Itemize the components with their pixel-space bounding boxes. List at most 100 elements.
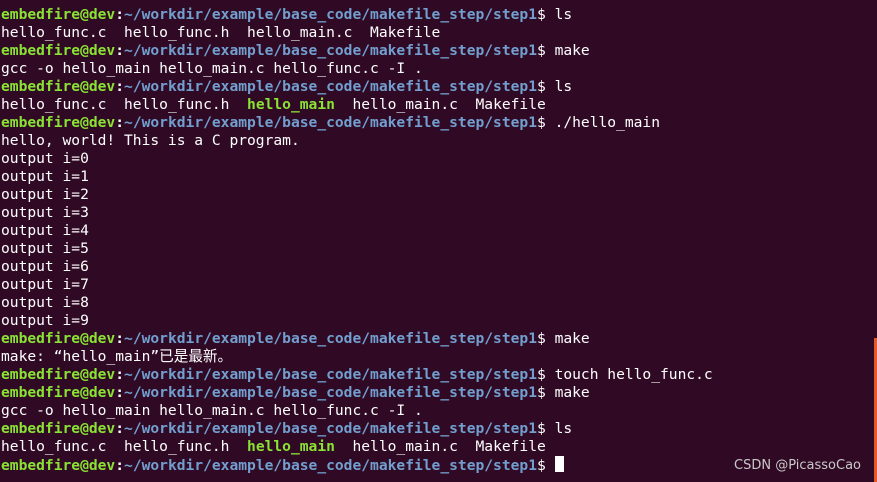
output-line: output i=0	[0, 150, 877, 168]
output-line: hello, world! This is a C program.	[0, 132, 877, 150]
prompt-user: embedfire@dev	[1, 6, 116, 23]
prompt-symbol: $	[536, 384, 555, 401]
prompt-path: ~/workdir/example/base_code/makefile_ste…	[124, 42, 537, 59]
prompt-user: embedfire@dev	[1, 42, 116, 59]
prompt-separator: :	[115, 330, 125, 347]
output-text: output i=5	[1, 240, 89, 257]
prompt-path: ~/workdir/example/base_code/makefile_ste…	[124, 384, 537, 401]
watermark: CSDN @PicassoCao	[734, 458, 861, 473]
command-text: ls	[554, 420, 573, 437]
prompt-user: embedfire@dev	[1, 114, 116, 131]
prompt-separator: :	[115, 6, 125, 23]
output-text: output i=0	[1, 150, 89, 167]
file-gap	[352, 24, 370, 41]
prompt-user: embedfire@dev	[1, 78, 116, 95]
output-text: output i=3	[1, 204, 89, 221]
file-gap	[335, 96, 353, 113]
file-gap	[229, 24, 247, 41]
output-text: output i=9	[1, 312, 89, 329]
prompt-line: embedfire@dev:~/workdir/example/base_cod…	[0, 366, 877, 384]
output-text: gcc -o hello_main hello_main.c hello_fun…	[1, 60, 423, 77]
file-gap	[106, 438, 124, 455]
prompt-path: ~/workdir/example/base_code/makefile_ste…	[124, 420, 537, 437]
command-text: ls	[554, 78, 573, 95]
output-line: make: “hello_main”已是最新。	[0, 348, 877, 366]
file-name: hello_func.h	[124, 438, 230, 455]
output-line: output i=3	[0, 204, 877, 222]
prompt-line: embedfire@dev:~/workdir/example/base_cod…	[0, 330, 877, 348]
prompt-line: embedfire@dev:~/workdir/example/base_cod…	[0, 78, 877, 96]
file-listing: hello_func.c hello_func.h hello_main hel…	[0, 438, 877, 456]
file-name: hello_main.c	[247, 24, 353, 41]
prompt-separator: :	[115, 42, 125, 59]
file-name: hello_func.c	[1, 96, 107, 113]
output-line: output i=5	[0, 240, 877, 258]
prompt-separator: :	[115, 366, 125, 383]
prompt-user: embedfire@dev	[1, 384, 116, 401]
prompt-separator: :	[115, 420, 125, 437]
file-name: hello_main.c	[352, 438, 458, 455]
terminal-window[interactable]: embedfire@dev:~/workdir/example/base_cod…	[0, 6, 877, 482]
file-name: hello_func.h	[124, 24, 230, 41]
prompt-path: ~/workdir/example/base_code/makefile_ste…	[124, 78, 537, 95]
prompt-symbol: $	[536, 457, 555, 474]
output-line: output i=8	[0, 294, 877, 312]
command-text: ls	[554, 6, 573, 23]
prompt-line: embedfire@dev:~/workdir/example/base_cod…	[0, 114, 877, 132]
command-text: make	[554, 384, 590, 401]
prompt-path: ~/workdir/example/base_code/makefile_ste…	[124, 457, 537, 474]
prompt-user: embedfire@dev	[1, 330, 116, 347]
output-text: gcc -o hello_main hello_main.c hello_fun…	[1, 402, 423, 419]
prompt-path: ~/workdir/example/base_code/makefile_ste…	[124, 114, 537, 131]
prompt-symbol: $	[536, 330, 555, 347]
file-name: hello_main.c	[352, 96, 458, 113]
output-text: output i=1	[1, 168, 89, 185]
output-line: output i=2	[0, 186, 877, 204]
file-name: hello_func.c	[1, 438, 107, 455]
prompt-symbol: $	[536, 42, 555, 59]
file-listing: hello_func.c hello_func.h hello_main.c M…	[0, 24, 877, 42]
prompt-symbol: $	[536, 366, 555, 383]
command-text: touch hello_func.c	[554, 366, 713, 383]
prompt-line: embedfire@dev:~/workdir/example/base_cod…	[0, 6, 877, 24]
executable-file-name: hello_main	[247, 96, 335, 113]
prompt-line: embedfire@dev:~/workdir/example/base_cod…	[0, 42, 877, 60]
prompt-separator: :	[115, 114, 125, 131]
file-name: Makefile	[370, 24, 441, 41]
prompt-symbol: $	[536, 6, 555, 23]
prompt-path: ~/workdir/example/base_code/makefile_ste…	[124, 330, 537, 347]
prompt-path: ~/workdir/example/base_code/makefile_ste…	[124, 366, 537, 383]
output-line: gcc -o hello_main hello_main.c hello_fun…	[0, 402, 877, 420]
file-name: hello_func.c	[1, 24, 107, 41]
file-gap	[335, 438, 353, 455]
command-text: make	[554, 330, 590, 347]
output-text: output i=7	[1, 276, 89, 293]
prompt-symbol: $	[536, 420, 555, 437]
output-text: hello, world! This is a C program.	[1, 132, 300, 149]
file-gap	[229, 438, 247, 455]
command-text: make	[554, 42, 590, 59]
output-text: output i=8	[1, 294, 89, 311]
command-text: ./hello_main	[554, 114, 660, 131]
file-name: Makefile	[475, 438, 546, 455]
output-line: output i=1	[0, 168, 877, 186]
prompt-user: embedfire@dev	[1, 366, 116, 383]
file-listing: hello_func.c hello_func.h hello_main hel…	[0, 96, 877, 114]
prompt-separator: :	[115, 457, 125, 474]
output-line: output i=6	[0, 258, 877, 276]
prompt-user: embedfire@dev	[1, 420, 116, 437]
output-line: output i=4	[0, 222, 877, 240]
prompt-symbol: $	[536, 78, 555, 95]
output-line: gcc -o hello_main hello_main.c hello_fun…	[0, 60, 877, 78]
output-line: output i=9	[0, 312, 877, 330]
text-cursor[interactable]	[554, 456, 564, 472]
file-gap	[106, 24, 124, 41]
prompt-line: embedfire@dev:~/workdir/example/base_cod…	[0, 420, 877, 438]
file-name: Makefile	[475, 96, 546, 113]
output-text: output i=2	[1, 186, 89, 203]
output-text: output i=6	[1, 258, 89, 275]
executable-file-name: hello_main	[247, 438, 335, 455]
prompt-separator: :	[115, 78, 125, 95]
prompt-path: ~/workdir/example/base_code/makefile_ste…	[124, 6, 537, 23]
prompt-line: embedfire@dev:~/workdir/example/base_cod…	[0, 384, 877, 402]
